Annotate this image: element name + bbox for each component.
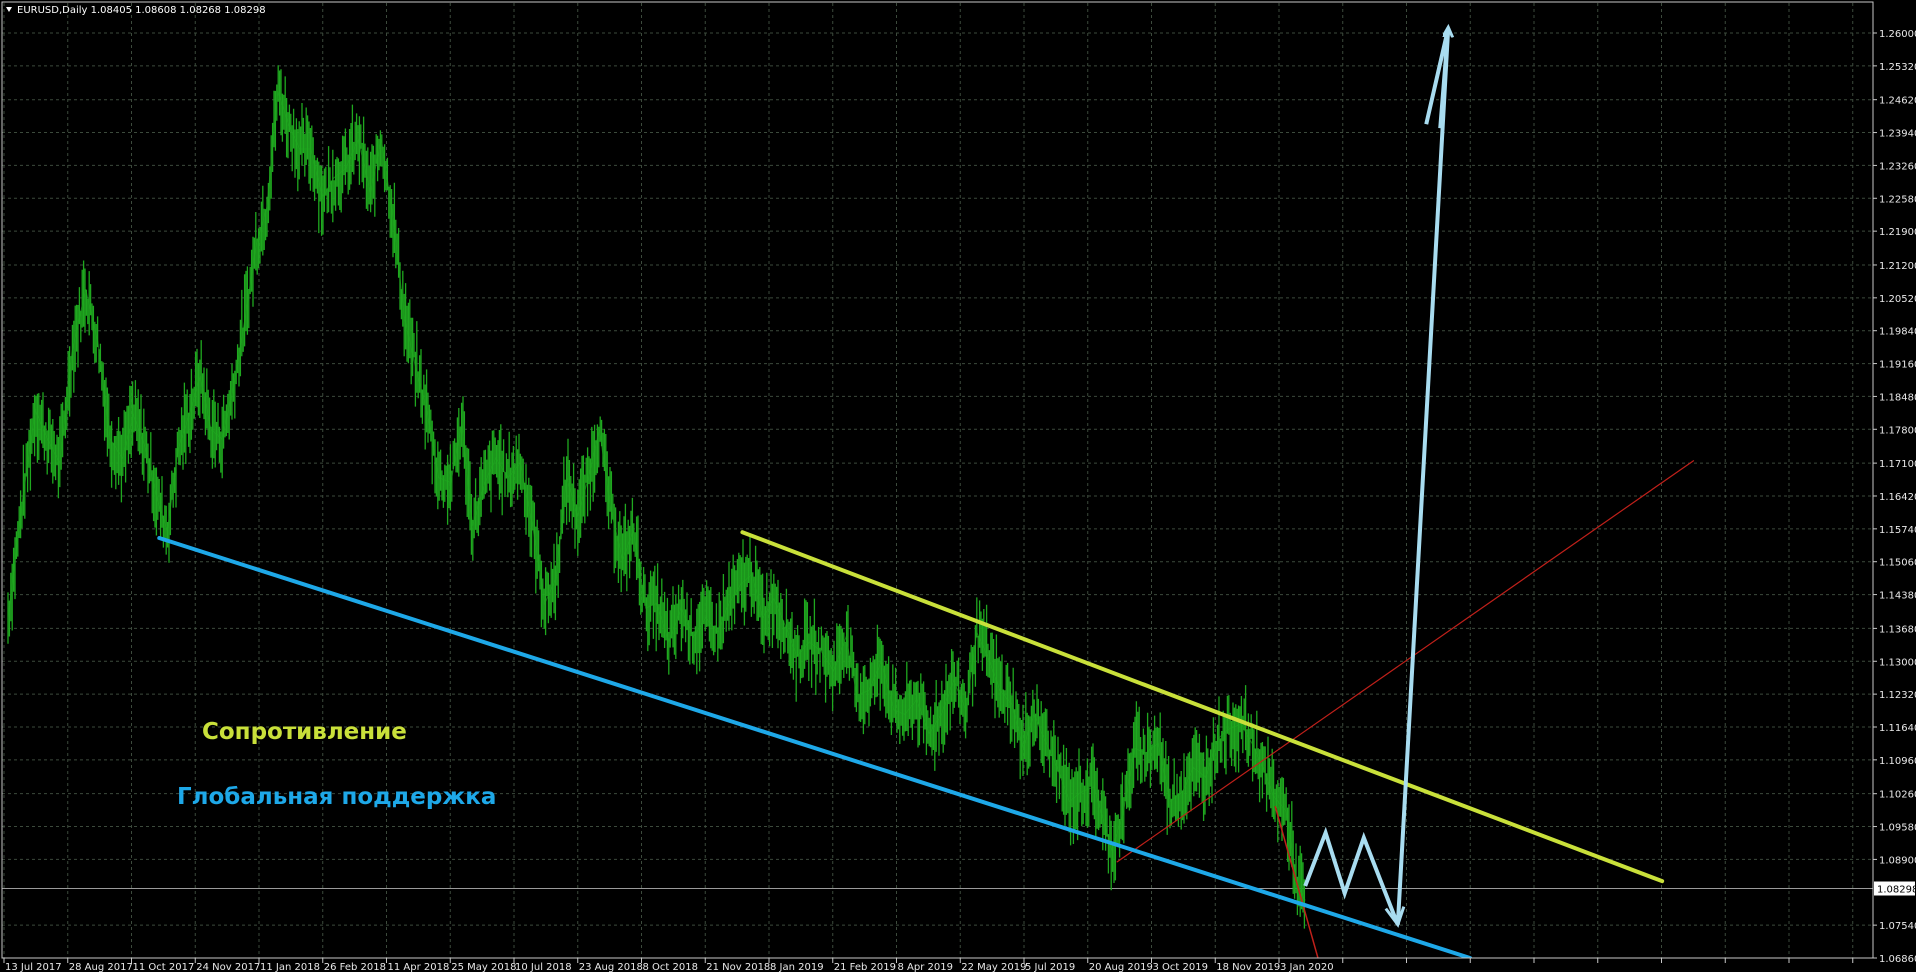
y-tick-label: 1.25320: [1879, 62, 1916, 73]
x-tick-label: 8 Oct 2018: [643, 962, 698, 972]
y-tick-label: 1.20520: [1879, 294, 1916, 305]
y-tick-label: 1.17100: [1879, 459, 1916, 470]
x-tick-label: 25 May 2018: [451, 962, 516, 972]
y-tick-label: 1.26000: [1879, 29, 1916, 40]
y-tick-label: 1.23940: [1879, 129, 1916, 140]
x-tick-label: 18 Nov 2019: [1216, 962, 1280, 972]
x-tick-label: 8 Jan 2019: [770, 962, 824, 972]
resistance-label: Сопротивление: [202, 719, 407, 745]
y-tick-label: 1.22580: [1879, 194, 1916, 205]
y-tick-label: 1.23260: [1879, 161, 1916, 172]
x-tick-label: 11 Oct 2017: [133, 962, 195, 972]
x-tick-label: 20 Aug 2019: [1089, 962, 1153, 972]
y-tick-label: 1.09580: [1879, 823, 1916, 834]
y-tick-label: 1.21900: [1879, 227, 1916, 238]
y-tick-label: 1.16420: [1879, 492, 1916, 503]
x-tick-label: 21 Nov 2018: [706, 962, 770, 972]
y-tick-label: 1.15060: [1879, 558, 1916, 569]
x-tick-label: 26 Feb 2018: [324, 962, 386, 972]
x-tick-label: 22 May 2019: [961, 962, 1026, 972]
y-tick-label: 1.24620: [1879, 96, 1916, 107]
price-chart[interactable]: 1.26000 1.25320 1.24620 1.23940 1.23260 1.225…: [0, 0, 1916, 972]
x-tick-label: 21 Feb 2019: [834, 962, 896, 972]
y-tick-label: 1.15740: [1879, 525, 1916, 536]
x-tick-label: 3 Oct 2019: [1153, 962, 1208, 972]
x-tick-label: 24 Nov 2017: [196, 962, 260, 972]
x-tick-label: 28 Aug 2017: [69, 962, 133, 972]
chart-header: EURUSD,Daily 1.08405 1.08608 1.08268 1.0…: [6, 5, 266, 16]
y-tick-label: 1.07540: [1879, 921, 1916, 932]
y-tick-label: 1.12320: [1879, 690, 1916, 701]
x-tick-label: 8 Apr 2019: [898, 962, 953, 972]
x-tick-label: 23 Aug 2018: [579, 962, 643, 972]
y-tick-label: 1.10260: [1879, 790, 1916, 801]
y-tick-label: 1.21200: [1879, 261, 1916, 272]
y-tick-label: 1.06860: [1879, 954, 1916, 965]
support-label: Глобальная поддержка: [177, 784, 496, 810]
price-axis[interactable]: 1.26000 1.25320 1.24620 1.23940 1.23260 1.225…: [1873, 29, 1916, 965]
y-tick-label: 1.19160: [1879, 360, 1916, 371]
x-tick-label: 10 Jul 2018: [515, 962, 572, 972]
x-tick-label: 3 Jan 2020: [1280, 962, 1334, 972]
x-tick-label: 11 Apr 2018: [388, 962, 450, 972]
y-tick-label: 1.19840: [1879, 327, 1916, 338]
y-tick-label: 1.13680: [1879, 624, 1916, 635]
x-tick-label: 13 Jul 2017: [5, 962, 62, 972]
y-tick-label: 1.17800: [1879, 425, 1916, 436]
x-tick-label: 11 Jan 2018: [260, 962, 320, 972]
y-tick-label: 1.11640: [1879, 723, 1916, 734]
x-tick-label: 5 Jul 2019: [1025, 962, 1075, 972]
current-price-label: 1.08298: [1877, 885, 1916, 896]
y-tick-label: 1.14380: [1879, 591, 1916, 602]
y-tick-label: 1.13000: [1879, 657, 1916, 668]
y-tick-label: 1.08900: [1879, 855, 1916, 866]
symbol-info: EURUSD,Daily 1.08405 1.08608 1.08268 1.0…: [17, 5, 266, 16]
y-tick-label: 1.10960: [1879, 756, 1916, 767]
y-tick-label: 1.18480: [1879, 392, 1916, 403]
